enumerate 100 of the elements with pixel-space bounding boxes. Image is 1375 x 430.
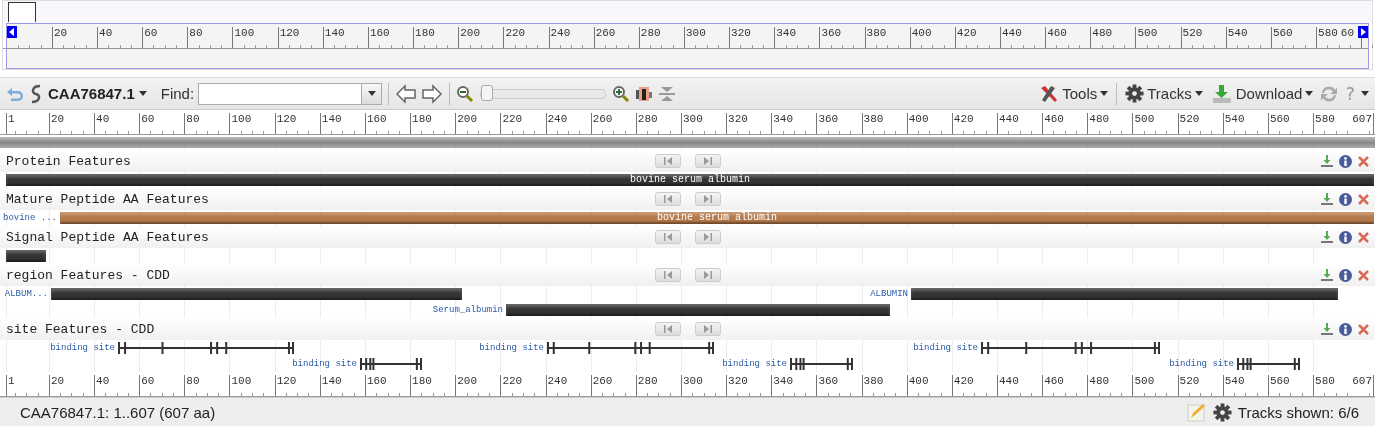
download-icon[interactable]	[1321, 231, 1333, 243]
ruler-label: 480	[1089, 375, 1110, 387]
feature-label: binding site	[1169, 358, 1234, 370]
caret-icon	[1100, 91, 1109, 96]
menu-button[interactable]: Tools	[1037, 83, 1111, 104]
skip-back-icon	[661, 271, 674, 279]
zoom-in-icon[interactable]	[612, 84, 631, 103]
ruler-label: 20	[50, 375, 65, 387]
ruler-label: 80	[186, 113, 200, 125]
info-icon[interactable]	[1339, 322, 1352, 336]
ruler-label: 220	[505, 27, 526, 39]
ruler-label: 560	[1269, 375, 1290, 387]
ruler-label: 60	[141, 113, 155, 125]
next-button[interactable]	[694, 154, 721, 168]
previous-button[interactable]	[654, 322, 681, 336]
ruler-label: 40	[99, 27, 113, 39]
dropdown-button[interactable]	[362, 82, 383, 105]
ruler-label: 420	[953, 375, 974, 387]
previous-button[interactable]	[654, 154, 681, 168]
ruler-label: 120	[276, 113, 297, 125]
feature-label: Serum_albumin	[432, 304, 503, 316]
next-button[interactable]	[694, 322, 721, 336]
ruler-label: 580	[1318, 27, 1338, 39]
ruler-label: 560	[1269, 113, 1290, 125]
download-icon[interactable]	[1321, 269, 1333, 281]
ruler-label: 120	[276, 375, 297, 387]
ruler-label: 440	[1002, 27, 1022, 39]
caret-icon	[1194, 91, 1203, 96]
binding-site-drawing[interactable]	[790, 357, 853, 371]
previous-button[interactable]	[654, 192, 681, 206]
gear-icon	[1125, 84, 1145, 103]
close-icon[interactable]	[1358, 193, 1369, 205]
info-icon[interactable]	[1339, 192, 1352, 206]
ruler-label: 280	[637, 375, 658, 387]
info-icon[interactable]	[1339, 154, 1352, 168]
close-icon[interactable]	[1358, 323, 1369, 335]
find-field[interactable]	[198, 82, 363, 105]
feature-bar[interactable]	[51, 288, 462, 300]
binding-site-drawing[interactable]	[360, 357, 422, 371]
zoom-slider[interactable]	[480, 88, 607, 99]
feature-bar[interactable]	[506, 304, 890, 316]
feature-label: binding site	[292, 358, 357, 370]
track-title: Protein Features	[6, 153, 132, 169]
track-title: region Features - CDD	[6, 267, 171, 283]
menu-button[interactable]: Tracks	[1123, 84, 1205, 103]
caret-icon	[138, 91, 147, 96]
ruler-label: 60	[141, 375, 155, 387]
ruler-label: 40	[96, 113, 110, 125]
feature-bar[interactable]: bovine serum albumin	[6, 174, 1374, 186]
caret-icon	[367, 91, 376, 96]
slider-thumb[interactable]	[481, 84, 494, 101]
back-arrow-icon[interactable]	[395, 83, 418, 104]
ruler-label: 400	[908, 113, 929, 125]
ruler-label: 180	[415, 27, 435, 39]
next-button[interactable]	[694, 230, 721, 244]
binding-site-drawing[interactable]	[547, 341, 714, 355]
next-button[interactable]	[694, 192, 721, 206]
ruler-label: 300	[685, 27, 706, 39]
track-title: site Features - CDD	[6, 321, 156, 337]
track-title: Signal Peptide AA Features	[6, 229, 210, 245]
download-icon[interactable]	[1321, 193, 1333, 205]
close-icon[interactable]	[1358, 269, 1369, 281]
ruler-label: 180	[412, 375, 432, 387]
binding-site-drawing[interactable]	[1237, 357, 1300, 371]
download-icon[interactable]	[1321, 323, 1333, 335]
ruler-label: 560	[1272, 27, 1293, 39]
ruler-label: 400	[911, 27, 932, 39]
feature-bar[interactable]	[911, 288, 1338, 300]
ruler-label: 60	[1340, 27, 1354, 39]
ruler-label: 420	[956, 27, 977, 39]
sequence-id[interactable]: CAA76847.1	[48, 85, 135, 102]
ruler-label: 260	[592, 375, 613, 387]
binding-site-drawing[interactable]	[981, 341, 1160, 355]
zoom-out-icon[interactable]	[456, 84, 475, 103]
ruler-label: 360	[818, 113, 839, 125]
close-icon[interactable]	[1358, 231, 1369, 243]
ruler-label: 460	[1044, 113, 1064, 125]
forward-arrow-icon[interactable]	[421, 83, 444, 104]
info-icon[interactable]	[1339, 268, 1352, 282]
ruler-label: 240	[547, 113, 568, 125]
ruler-label: 240	[550, 27, 571, 39]
menu-button[interactable]: Download	[1208, 83, 1316, 104]
ruler-label: 580	[1315, 375, 1335, 387]
download-icon[interactable]	[1321, 155, 1333, 167]
ruler-label: 420	[953, 113, 974, 125]
feature-label: binding site	[722, 358, 787, 370]
next-button[interactable]	[694, 268, 721, 282]
viewport-marker[interactable]	[8, 2, 36, 22]
ruler-label: 160	[366, 375, 387, 387]
ruler-label: 480	[1089, 113, 1110, 125]
left-handle-icon[interactable]	[7, 26, 17, 38]
binding-site-drawing[interactable]	[118, 341, 294, 355]
feature-label: ALBUM...	[4, 288, 48, 300]
close-icon[interactable]	[1358, 155, 1369, 167]
previous-button[interactable]	[654, 268, 681, 282]
info-icon[interactable]	[1339, 230, 1352, 244]
feature-bar[interactable]	[6, 250, 46, 262]
previous-button[interactable]	[654, 230, 681, 244]
sequence-icon[interactable]	[634, 84, 655, 103]
right-handle-icon[interactable]	[1358, 26, 1368, 38]
